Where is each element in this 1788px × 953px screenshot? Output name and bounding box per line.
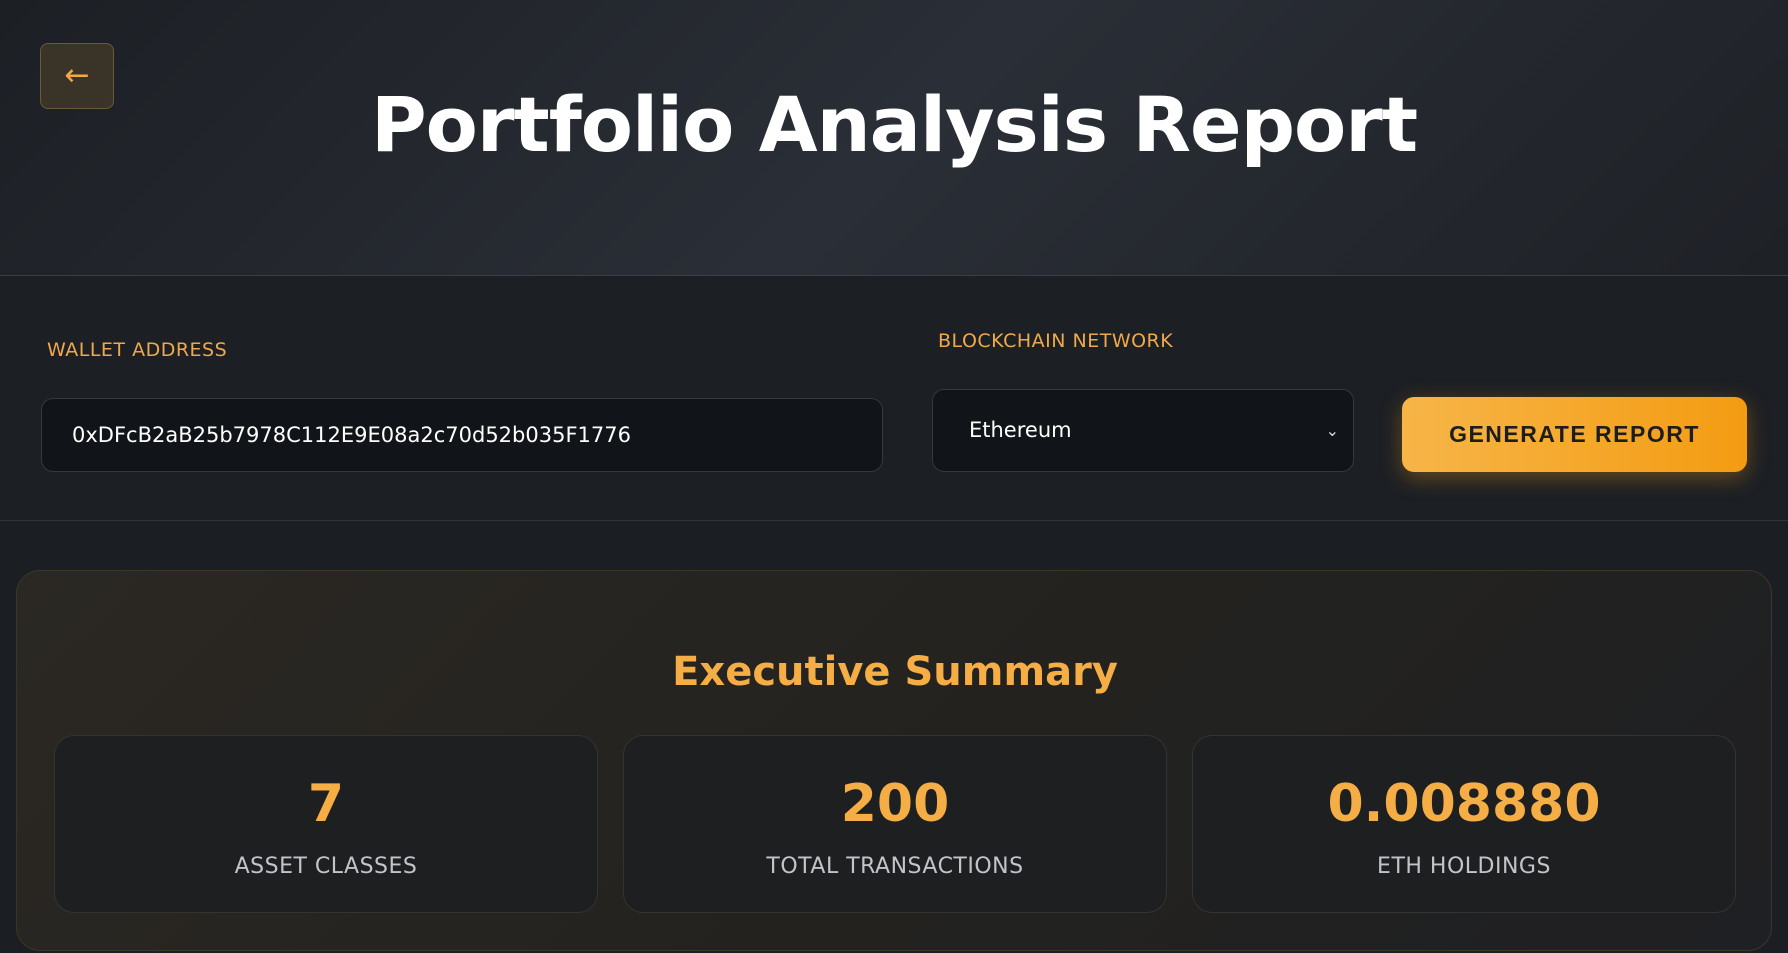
chevron-down-icon: ⌄: [1325, 421, 1339, 440]
page-title: Portfolio Analysis Report: [370, 80, 1418, 169]
report-controls: WALLET ADDRESS BLOCKCHAIN NETWORK Ethere…: [0, 277, 1788, 521]
stat-label: TOTAL TRANSACTIONS: [766, 854, 1024, 879]
executive-summary-title: Executive Summary: [672, 649, 1118, 695]
blockchain-network-label: BLOCKCHAIN NETWORK: [938, 330, 1174, 352]
wallet-address-label: WALLET ADDRESS: [47, 339, 228, 361]
stat-label: ETH HOLDINGS: [1377, 854, 1551, 879]
stat-card-eth-holdings: 0.008880 ETH HOLDINGS: [1192, 735, 1736, 913]
stat-card-total-transactions: 200 TOTAL TRANSACTIONS: [623, 735, 1167, 913]
page-header: ← Portfolio Analysis Report: [0, 0, 1788, 276]
stat-label: ASSET CLASSES: [234, 854, 418, 879]
stat-value: 200: [840, 774, 950, 834]
blockchain-network-select[interactable]: Ethereum ⌄: [932, 389, 1354, 472]
stat-value: 7: [307, 774, 345, 834]
wallet-address-input[interactable]: [41, 398, 883, 472]
executive-summary-card: Executive Summary 7 ASSET CLASSES 200 TO…: [16, 570, 1772, 951]
stat-card-asset-classes: 7 ASSET CLASSES: [54, 735, 598, 913]
network-selected-value: Ethereum: [969, 418, 1072, 442]
generate-report-button[interactable]: GENERATE REPORT: [1402, 397, 1747, 472]
stat-value: 0.008880: [1327, 774, 1601, 834]
